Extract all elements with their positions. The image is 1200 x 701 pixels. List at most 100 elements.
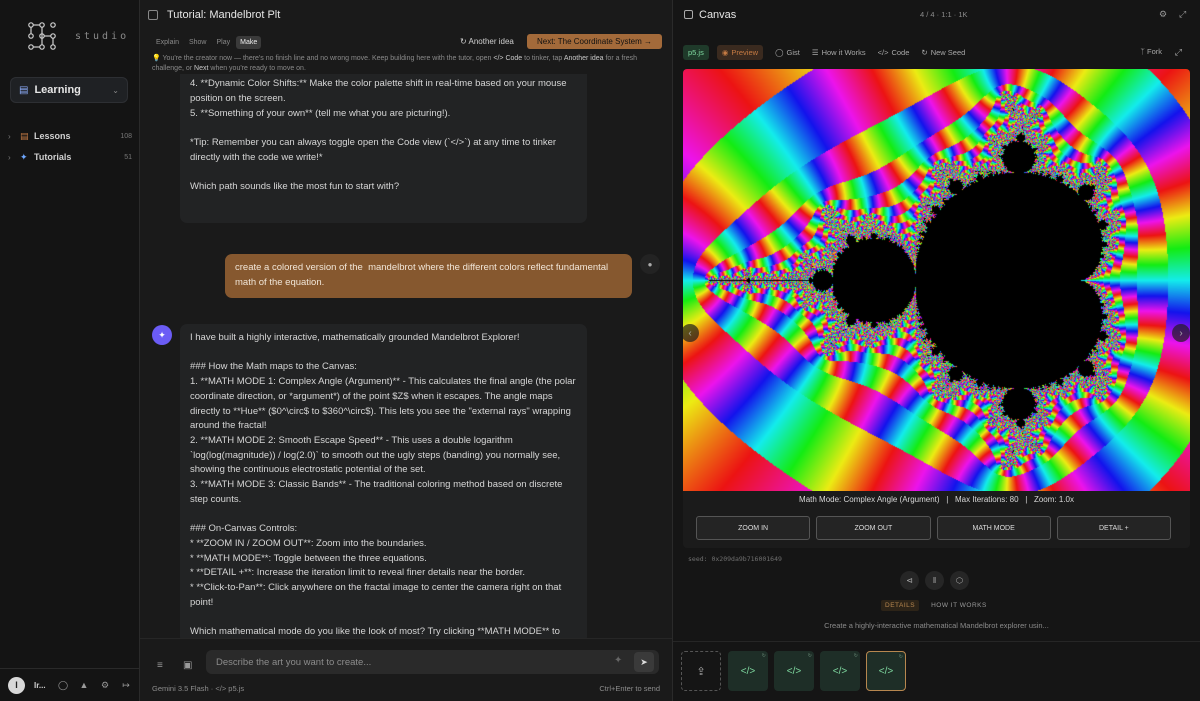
assistant-avatar-icon: ✦ <box>152 325 172 345</box>
version-thumb[interactable]: </> ↻ <box>774 651 814 691</box>
brand-name: studio <box>75 31 130 42</box>
code-button[interactable]: </> Code <box>878 48 910 57</box>
another-idea-label: Another idea <box>468 37 514 46</box>
sidebar: studio ▤ Learning ⌄ › ▤ Lessons 108 › ✦ … <box>0 0 140 701</box>
fork-label: Fork <box>1147 47 1162 56</box>
hint-next-link[interactable]: Next <box>194 65 208 72</box>
code-label: Code <box>891 47 910 57</box>
upload-button[interactable]: ⇪ <box>681 651 721 691</box>
sidebar-item-lessons[interactable]: › ▤ Lessons 108 <box>8 127 132 145</box>
version-gallery: ⇪ </> ↻ </> ↻ </> ↻ </> ↻ <box>673 641 1200 701</box>
canvas-title: Canvas <box>699 9 737 21</box>
preview-frame: ‹ › Math Mode: Complex Angle (Argument) … <box>683 69 1190 548</box>
tab-show[interactable]: Show <box>185 36 211 49</box>
model-info[interactable]: Gemini 3.5 Flash · </> p5.js <box>152 684 244 693</box>
new-seed-button[interactable]: ↻ New Seed <box>921 48 965 57</box>
user-name[interactable]: Ir... <box>34 681 48 690</box>
send-button[interactable]: ➤ <box>634 652 654 672</box>
tutor-hint: 💡 You're the creator now — there's no fi… <box>152 54 662 74</box>
library-icon[interactable]: ‖ <box>925 571 944 590</box>
hint-text: to tinker, tap <box>522 55 564 62</box>
tab-make[interactable]: Make <box>236 36 262 49</box>
hint-text: when you're ready to move on. <box>208 65 306 72</box>
fractal-status: Math Mode: Complex Angle (Argument) | Ma… <box>799 495 1074 504</box>
refresh-icon: ↻ <box>460 37 467 46</box>
eye-icon: ◉ <box>721 47 729 57</box>
space-selector[interactable]: ▤ Learning ⌄ <box>10 77 128 103</box>
fork-button[interactable]: ᛉ Fork <box>1140 47 1162 56</box>
mandelbrot-canvas[interactable] <box>683 69 1190 491</box>
layers-icon: ☰ <box>811 47 819 57</box>
item-count: 51 <box>124 153 132 161</box>
send-hint: Ctrl+Enter to send <box>599 684 660 693</box>
chevron-right-icon[interactable]: › <box>1172 324 1190 342</box>
seed-label: New Seed <box>930 47 966 57</box>
logo-icon <box>28 22 56 50</box>
code-icon: </> <box>878 665 894 677</box>
assistant-message: 3. **Interactive Zoom:** Add zoom and pa… <box>180 54 587 223</box>
math-mode-button[interactable]: MATH MODE <box>936 516 1051 540</box>
sidebar-item-label: Lessons <box>34 131 71 141</box>
next-lesson-button[interactable]: Next: The Coordinate System → <box>527 34 662 49</box>
canvas-toolbar: p5.js ◉ Preview ◯ Gist ☰ How it Works </> Co… <box>683 41 1190 63</box>
fullscreen-icon[interactable]: ⤢ <box>1175 47 1182 58</box>
refresh-icon: ↻ <box>761 653 766 659</box>
gist-button[interactable]: ◯ Gist <box>775 48 800 57</box>
cube-icon[interactable]: ⬡ <box>950 571 969 590</box>
book-icon: ▤ <box>20 130 29 141</box>
gear-icon[interactable]: ⚙ <box>99 680 111 691</box>
version-thumb-selected[interactable]: </> ↻ <box>866 651 906 691</box>
prompt-box: ✦ ➤ <box>206 650 659 674</box>
another-idea-button[interactable]: ↻ Another idea <box>456 34 518 49</box>
seed-value: seed: 0x209da9b716001649 <box>688 555 782 563</box>
panel-toggle-icon[interactable] <box>148 10 158 20</box>
bug-icon[interactable]: ⚙ <box>1159 9 1167 20</box>
action-icons: ⊲ ‖ ⬡ <box>900 571 969 590</box>
share-icon[interactable]: ⊲ <box>900 571 919 590</box>
tab-how-it-works[interactable]: HOW IT WORKS <box>927 600 991 611</box>
zoom-out-button[interactable]: ZOOM OUT <box>816 516 931 540</box>
mode-tabs: Explain Show Play Make <box>152 36 262 49</box>
magic-wand-icon[interactable]: ✦ <box>614 655 622 666</box>
tab-explain[interactable]: Explain <box>152 36 183 49</box>
fork-icon: ᛉ <box>1140 47 1145 56</box>
prompt-input[interactable] <box>216 655 596 669</box>
logout-icon[interactable]: ↦ <box>120 680 132 691</box>
code-icon: </> <box>740 665 756 677</box>
hint-idea-link[interactable]: Another idea <box>564 55 604 62</box>
canvas-icon <box>684 10 693 19</box>
space-label: Learning <box>34 84 81 96</box>
assistant-message: I have built a highly interactive, mathe… <box>180 324 587 638</box>
sliders-icon[interactable]: ≡ <box>157 660 163 671</box>
image-add-icon[interactable]: ▣ <box>183 660 192 671</box>
shield-icon[interactable]: ◯ <box>57 680 69 691</box>
preview-tab[interactable]: ◉ Preview <box>716 44 764 60</box>
message-text: create a colored version of the mandelbr… <box>235 262 611 288</box>
avatar[interactable]: I <box>8 676 25 694</box>
message-list: 3. **Interactive Zoom:** Add zoom and pa… <box>140 54 672 638</box>
chat-panel: Tutorial: Mandelbrot Plt 3. **Interactiv… <box>140 0 673 701</box>
preview-label: Preview <box>731 47 759 57</box>
version-thumb[interactable]: </> ↻ <box>728 651 768 691</box>
tab-details[interactable]: DETAILS <box>881 600 920 611</box>
sidebar-footer: I Ir... ◯ ▲ ⚙ ↦ <box>0 668 140 701</box>
tab-play[interactable]: Play <box>212 36 234 49</box>
version-thumb[interactable]: </> ↻ <box>820 651 860 691</box>
detail-plus-button[interactable]: DETAIL + <box>1056 516 1171 540</box>
zoom-in-button[interactable]: ZOOM IN <box>696 516 811 540</box>
how-it-works-button[interactable]: ☰ How it Works <box>812 48 866 57</box>
item-count: 108 <box>120 132 132 140</box>
expand-icon[interactable]: ⤢ <box>1179 9 1186 20</box>
bulb-icon: ◯ <box>775 47 784 57</box>
refresh-icon: ↻ <box>898 654 903 660</box>
hint-text: 💡 You're the creator now — there's no fi… <box>152 55 494 62</box>
sidebar-item-tutorials[interactable]: › ✦ Tutorials 51 <box>8 148 132 166</box>
hint-code-link[interactable]: </> Code <box>493 55 522 62</box>
user-message: create a colored version of the mandelbr… <box>225 254 632 298</box>
library-badge: p5.js <box>683 44 709 60</box>
how-label: How it Works <box>821 47 866 57</box>
gist-label: Gist <box>786 47 800 57</box>
canvas-meta: 4 / 4 · 1:1 · 1K <box>920 10 968 19</box>
refresh-icon: ↻ <box>807 653 812 659</box>
graduation-cap-icon[interactable]: ▲ <box>78 680 90 690</box>
